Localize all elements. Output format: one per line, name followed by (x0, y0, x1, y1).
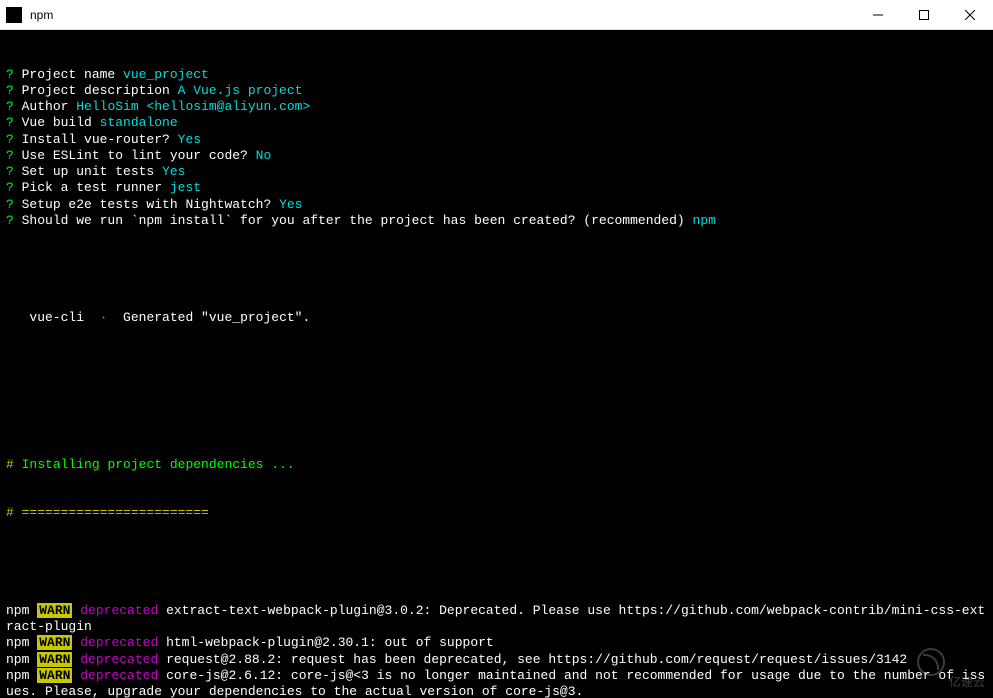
prompt-question: Use ESLint to lint your code? (14, 148, 256, 163)
app-icon (6, 7, 22, 23)
prompt-line: ? Setup e2e tests with Nightwatch? Yes (6, 197, 987, 213)
deprecated-label: deprecated (80, 652, 158, 667)
question-mark-icon: ? (6, 148, 14, 163)
prompt-question: Author (14, 99, 76, 114)
prompt-answer: Yes (279, 197, 302, 212)
titlebar: npm (0, 0, 993, 30)
npm-label: npm (6, 652, 29, 667)
question-mark-icon: ? (6, 83, 14, 98)
terminal-output[interactable]: ? Project name vue_project? Project desc… (0, 30, 993, 698)
warn-badge: WARN (37, 635, 72, 650)
question-mark-icon: ? (6, 99, 14, 114)
window-controls (855, 0, 993, 30)
prompt-line: ? Vue build standalone (6, 115, 987, 131)
prompt-question: Install vue-router? (14, 132, 178, 147)
installing-header: Installing project dependencies ... (22, 457, 295, 472)
maximize-button[interactable] (901, 0, 947, 30)
app-window: npm ? Project name vue_project? Project … (0, 0, 993, 698)
question-mark-icon: ? (6, 164, 14, 179)
question-mark-icon: ? (6, 115, 14, 130)
warn-badge: WARN (37, 652, 72, 667)
question-mark-icon: ? (6, 67, 14, 82)
warn-message: html-webpack-plugin@2.30.1: out of suppo… (166, 635, 494, 650)
prompt-question: Setup e2e tests with Nightwatch? (14, 197, 279, 212)
question-mark-icon: ? (6, 213, 14, 228)
question-mark-icon: ? (6, 132, 14, 147)
prompt-line: ? Project description A Vue.js project (6, 83, 987, 99)
close-button[interactable] (947, 0, 993, 30)
separator: # ======================== (6, 505, 987, 521)
prompt-answer: Yes (178, 132, 201, 147)
deprecated-label: deprecated (80, 635, 158, 650)
prompt-question: Vue build (14, 115, 100, 130)
window-title: npm (28, 8, 855, 22)
prompt-line: ? Pick a test runner jest (6, 180, 987, 196)
prompt-question: Project description (14, 83, 178, 98)
npm-warn-line: npm WARN deprecated request@2.88.2: requ… (6, 652, 987, 668)
prompt-answer: HelloSim <hellosim@aliyun.com> (76, 99, 310, 114)
prompt-answer: vue_project (123, 67, 209, 82)
prompt-line: ? Project name vue_project (6, 67, 987, 83)
prompt-answer: standalone (100, 115, 178, 130)
prompt-line: ? Set up unit tests Yes (6, 164, 987, 180)
prompt-line: ? Use ESLint to lint your code? No (6, 148, 987, 164)
prompt-line: ? Author HelloSim <hellosim@aliyun.com> (6, 99, 987, 115)
prompt-answer: A Vue.js project (178, 83, 303, 98)
question-mark-icon: ? (6, 197, 14, 212)
prompt-answer: npm (693, 213, 716, 228)
npm-label: npm (6, 668, 29, 683)
prompt-answer: jest (170, 180, 201, 195)
deprecated-label: deprecated (80, 603, 158, 618)
npm-label: npm (6, 603, 29, 618)
vue-cli-label: vue-cli (6, 310, 84, 325)
warn-badge: WARN (37, 603, 72, 618)
prompt-line: ? Install vue-router? Yes (6, 132, 987, 148)
prompt-question: Project name (14, 67, 123, 82)
prompt-question: Should we run `npm install` for you afte… (14, 213, 693, 228)
prompt-question: Set up unit tests (14, 164, 162, 179)
prompt-line: ? Should we run `npm install` for you af… (6, 213, 987, 229)
npm-label: npm (6, 635, 29, 650)
prompt-answer: No (256, 148, 272, 163)
question-mark-icon: ? (6, 180, 14, 195)
warn-badge: WARN (37, 668, 72, 683)
npm-warn-line: npm WARN deprecated extract-text-webpack… (6, 603, 987, 636)
npm-warn-line: npm WARN deprecated core-js@2.6.12: core… (6, 668, 987, 698)
prompt-answer: Yes (162, 164, 185, 179)
deprecated-label: deprecated (80, 668, 158, 683)
npm-warn-line: npm WARN deprecated html-webpack-plugin@… (6, 635, 987, 651)
generated-text: Generated "vue_project". (123, 310, 310, 325)
warn-message: request@2.88.2: request has been depreca… (166, 652, 907, 667)
prompt-question: Pick a test runner (14, 180, 170, 195)
minimize-button[interactable] (855, 0, 901, 30)
